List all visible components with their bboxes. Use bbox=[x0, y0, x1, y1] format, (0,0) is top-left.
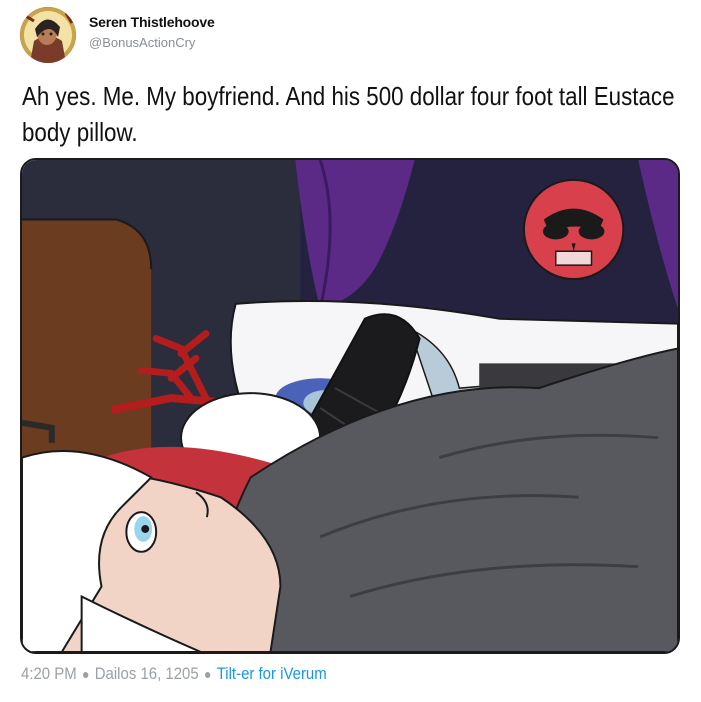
separator-dot-icon: ● bbox=[203, 666, 212, 682]
tweet-meta: 4:20 PM ● Dailos 16, 1205 ● Tilt-er for iVer… bbox=[21, 664, 327, 684]
avatar-illustration bbox=[20, 7, 76, 63]
comic-illustration bbox=[22, 160, 678, 652]
avatar[interactable] bbox=[20, 7, 76, 63]
tweet-media-image[interactable] bbox=[20, 158, 680, 654]
tweet-text: Ah yes. Me. My boyfriend. And his 500 do… bbox=[22, 81, 675, 147]
tweet-time[interactable]: 4:20 PM bbox=[21, 664, 77, 683]
source-link[interactable]: Tilt-er for iVerum bbox=[217, 664, 327, 683]
display-name[interactable]: Seren Thistlehoove bbox=[89, 14, 215, 30]
separator-dot-icon: ● bbox=[81, 666, 90, 682]
user-handle[interactable]: @BonusActionCry bbox=[89, 35, 195, 50]
tweet-date[interactable]: Dailos 16, 1205 bbox=[95, 664, 199, 683]
